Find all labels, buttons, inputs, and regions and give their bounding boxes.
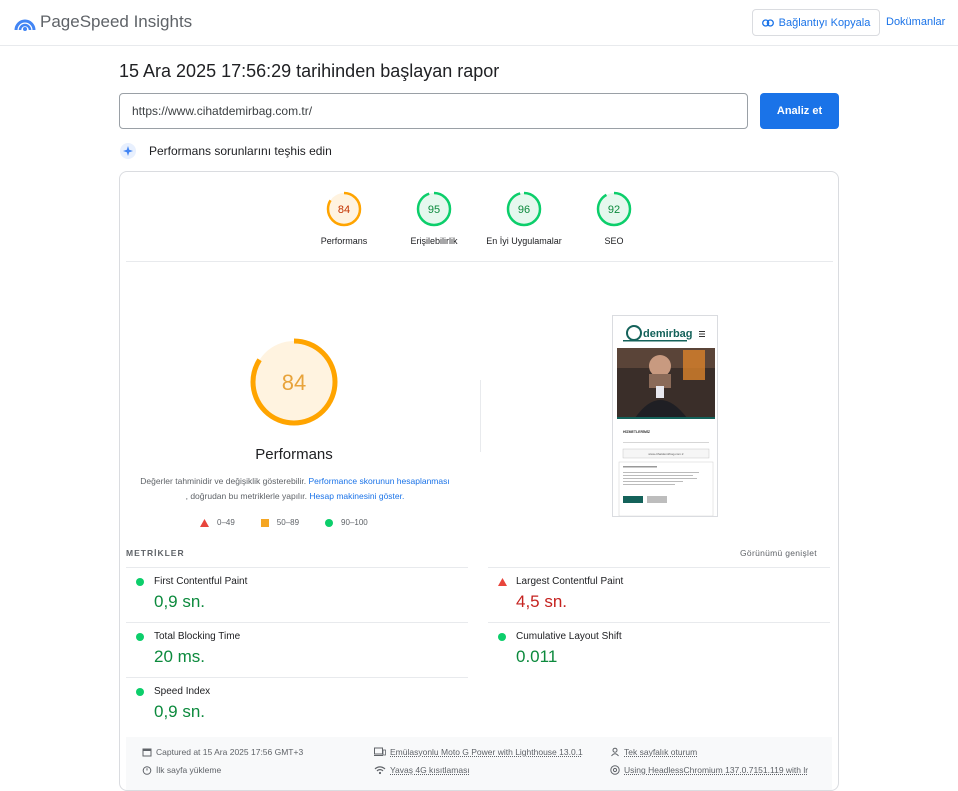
metric-si: Speed Index 0,9 sn. [126, 677, 468, 731]
calendar-icon [142, 748, 152, 757]
pass-circle-icon [136, 578, 144, 586]
report-card: 84 Performans 95 Erişilebilirlik 96 En İ… [119, 171, 839, 791]
docs-link[interactable]: Dokümanlar [886, 16, 945, 28]
pagespeed-logo-icon [14, 19, 36, 31]
sparkle-icon [120, 143, 136, 159]
legend-item-pass: 90–100 [325, 518, 368, 527]
gauge-performance[interactable]: 84 Performans [294, 190, 394, 246]
link-icon [761, 18, 774, 27]
score-calc-link[interactable]: Performance skorunun hesaplanması [308, 476, 449, 486]
metric-name: First Contentful Paint [154, 576, 248, 587]
fail-triangle-icon [498, 578, 507, 586]
browser-info[interactable]: Using HeadlessChromium 137.0.7151.119 wi… [610, 765, 808, 775]
diagnose-label: Performans sorunlarını teşhis edin [149, 144, 332, 158]
analyze-button[interactable]: Analiz et [760, 93, 839, 129]
captured-label: Captured at 15 Ara 2025 17:56 GMT+3 [156, 747, 304, 757]
metric-fcp: First Contentful Paint 0,9 sn. [126, 567, 468, 621]
device-label: Emülasyonlu Moto G Power with Lighthouse… [390, 747, 583, 757]
first-load-label: İlk sayfa yükleme [156, 765, 222, 775]
metric-cls: Cumulative Layout Shift 0.011 [488, 622, 830, 676]
preview-url-strip: www.cihatdemirbag.com.tr [648, 452, 683, 456]
desc-text-1: Değerler tahminidir ve değişiklik göster… [140, 476, 309, 486]
session-info[interactable]: Tek sayfalık oturum [610, 747, 697, 757]
gauge-value: 84 [338, 204, 350, 216]
legend-label: 0–49 [217, 518, 235, 527]
score-legend: 0–49 50–89 90–100 [200, 518, 394, 527]
triangle-icon [200, 518, 209, 527]
wifi-icon [374, 766, 386, 775]
calculator-link[interactable]: Hesap makinesini göster. [309, 491, 404, 501]
copy-link-label: Bağlantıyı Kopyala [778, 16, 871, 29]
gauge-ring-icon: 95 [416, 191, 452, 227]
captured-info: Captured at 15 Ara 2025 17:56 GMT+3 [142, 747, 303, 757]
throttle-label: Yavaş 4G kısıtlaması [390, 765, 470, 775]
browser-label: Using HeadlessChromium 137.0.7151.119 wi… [624, 765, 809, 775]
legend-label: 50–89 [276, 518, 300, 527]
preview-section-label: HİZMETLERİMİZ [623, 430, 651, 434]
session-label: Tek sayfalık oturum [624, 747, 698, 757]
performance-title: Performans [255, 446, 333, 463]
person-icon [611, 747, 619, 757]
pass-circle-icon [136, 633, 144, 641]
gauge-ring-icon: 84 [326, 191, 362, 227]
timer-icon [142, 766, 152, 775]
performance-description: Değerler tahminidir ve değişiklik göster… [140, 474, 450, 504]
gauge-accessibility[interactable]: 95 Erişilebilirlik [384, 190, 484, 246]
gauge-label: En İyi Uygulamalar [486, 236, 562, 246]
gauge-label: SEO [604, 236, 624, 246]
gauge-value: 92 [608, 204, 620, 216]
gauge-best-practices[interactable]: 96 En İyi Uygulamalar [474, 190, 574, 246]
gauge-ring-icon: 92 [596, 191, 632, 227]
gauge-ring-icon: 96 [506, 191, 542, 227]
expand-view-toggle[interactable]: Görünümü genişlet [740, 548, 817, 558]
metric-name: Total Blocking Time [154, 631, 241, 642]
top-bar: PageSpeed Insights Bağlantıyı Kopyala Do… [0, 0, 958, 46]
metric-tbt: Total Blocking Time 20 ms. [126, 622, 468, 676]
metric-value: 20 ms. [154, 647, 206, 666]
brand-title[interactable]: PageSpeed Insights [40, 12, 192, 32]
gauge-label: Erişilebilirlik [410, 236, 458, 246]
legend-item-average: 50–89 [260, 518, 300, 527]
vertical-divider [480, 380, 481, 452]
screenshot-image: demirbag HİZMETLERİMİZ www.cihatdemirbag… [613, 316, 717, 516]
diagnose-row: Performans sorunlarını teşhis edin [119, 141, 332, 161]
devices-icon [374, 747, 386, 756]
score-gauges: 84 Performans 95 Erişilebilirlik 96 En İ… [120, 172, 838, 262]
metric-value: 0,9 sn. [154, 592, 206, 611]
gauge-value: 96 [518, 204, 530, 216]
pass-circle-icon [136, 688, 144, 696]
gauge-value: 95 [428, 204, 440, 216]
legend-label: 90–100 [341, 518, 368, 527]
device-info[interactable]: Emülasyonlu Moto G Power with Lighthouse… [374, 747, 583, 757]
metric-name: Speed Index [154, 686, 211, 697]
metrics-header: METRİKLER [126, 548, 185, 558]
first-load-info: İlk sayfa yükleme [142, 765, 221, 775]
run-info-footer: Captured at 15 Ara 2025 17:56 GMT+3 İlk … [126, 737, 832, 790]
throttle-info[interactable]: Yavaş 4G kısıtlaması [374, 765, 470, 775]
desc-text-2: , doğrudan bu metriklerle yapılır. [185, 491, 310, 501]
report-title: 15 Ara 2025 17:56:29 tarihinden başlayan… [119, 61, 500, 81]
metric-value: 0.011 [516, 647, 558, 666]
circle-icon [325, 518, 334, 527]
metric-value: 0,9 sn. [154, 702, 206, 721]
legend-item-fail: 0–49 [200, 518, 235, 527]
preview-logo: demirbag [643, 328, 693, 340]
pass-circle-icon [498, 633, 506, 641]
metric-lcp: Largest Contentful Paint 4,5 sn. [488, 567, 830, 621]
page-screenshot-preview: demirbag HİZMETLERİMİZ www.cihatdemirbag… [612, 315, 718, 517]
metric-name: Cumulative Layout Shift [516, 631, 622, 642]
metric-value: 4,5 sn. [516, 592, 568, 611]
performance-big-gauge: 84 [250, 338, 338, 426]
copy-link-button[interactable]: Bağlantıyı Kopyala [752, 9, 880, 36]
url-input[interactable] [119, 93, 748, 129]
gauge-label: Performans [320, 236, 368, 246]
gauge-seo[interactable]: 92 SEO [564, 190, 664, 246]
metric-name: Largest Contentful Paint [516, 576, 624, 587]
square-icon [260, 518, 269, 527]
gauges-divider [126, 261, 833, 262]
chrome-icon [610, 765, 620, 775]
performance-score: 84 [282, 370, 306, 395]
